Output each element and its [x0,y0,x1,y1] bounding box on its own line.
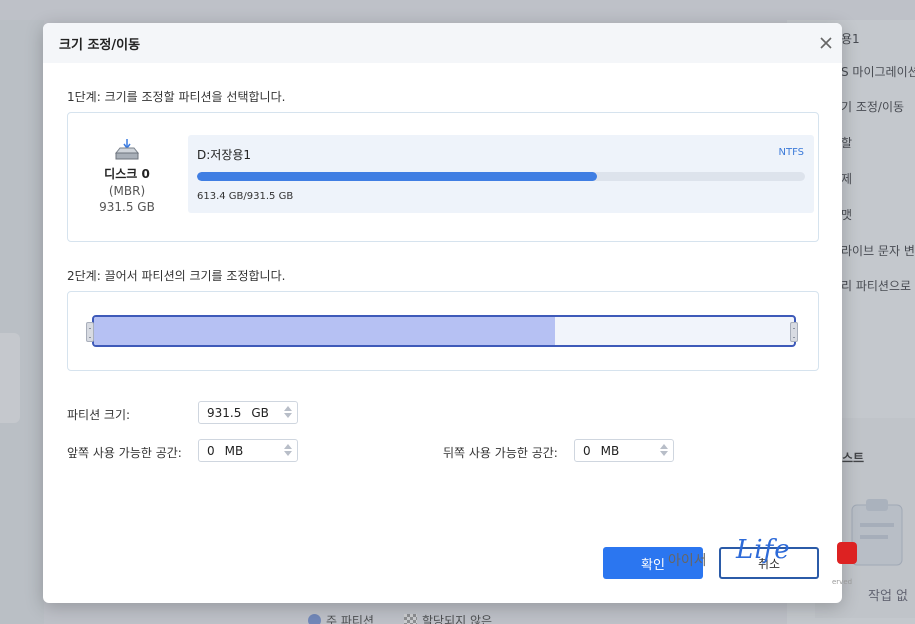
before-space-unit: MB [224,443,244,458]
disk-info: 디스크 0 (MBR) 931.5 GB [88,139,166,214]
partition-size-value: 931.5 [207,405,242,420]
disk-size: 931.5 GB [99,200,155,214]
after-space-value: 0 [583,443,591,458]
spinner-arrows-icon[interactable] [284,443,292,459]
dialog-header: 크기 조정/이동 [43,23,842,63]
resize-handle-left[interactable] [86,322,94,342]
spinner-arrows-icon[interactable] [660,443,668,459]
partition-usage-fill [197,172,598,181]
watermark-small-text: erved [832,578,853,586]
watermark-text: 아이서 [668,553,707,569]
disk-icon [114,139,140,160]
partition-usage-text: 613.4 GB/931.5 GB [197,191,294,202]
spinner-arrows-icon[interactable] [284,405,292,421]
partition-size-unit: GB [251,405,269,420]
resize-box [67,291,819,371]
close-icon[interactable] [818,35,834,51]
before-space-input[interactable]: 0 MB [198,439,298,462]
watermark-logo: Life [736,535,791,565]
before-space-value: 0 [207,443,215,458]
disk-name: 디스크 0 [104,167,150,181]
after-space-unit: MB [600,443,620,458]
partition-size-label: 파티션 크기: [67,408,131,422]
partition-card[interactable]: D:저장용1 NTFS 613.4 GB/931.5 GB [188,135,814,213]
partition-select-box: 디스크 0 (MBR) 931.5 GB D:저장용1 NTFS 613.4 G… [67,112,819,242]
disk-type: (MBR) [108,184,146,198]
partition-filesystem: NTFS [778,147,804,158]
watermark-seal [837,542,857,564]
after-space-label: 뒤쪽 사용 가능한 공간: [443,446,558,460]
resize-partition-block[interactable] [94,317,555,345]
before-space-label: 앞쪽 사용 가능한 공간: [67,446,182,460]
partition-size-input[interactable]: 931.5 GB [198,401,298,424]
step1-label: 1단계: 크기를 조정할 파티션을 선택합니다. [67,90,286,104]
resize-handle-right[interactable] [790,322,798,342]
after-space-input[interactable]: 0 MB [574,439,674,462]
resize-track[interactable] [92,315,796,347]
partition-usage-bar [197,172,805,181]
partition-name: D:저장용1 [197,148,252,162]
step2-label: 2단계: 끌어서 파티션의 크기를 조정합니다. [67,269,286,283]
dialog-title: 크기 조정/이동 [59,37,141,53]
resize-move-dialog: 크기 조정/이동 1단계: 크기를 조정할 파티션을 선택합니다. 디스크 0 … [43,23,842,603]
